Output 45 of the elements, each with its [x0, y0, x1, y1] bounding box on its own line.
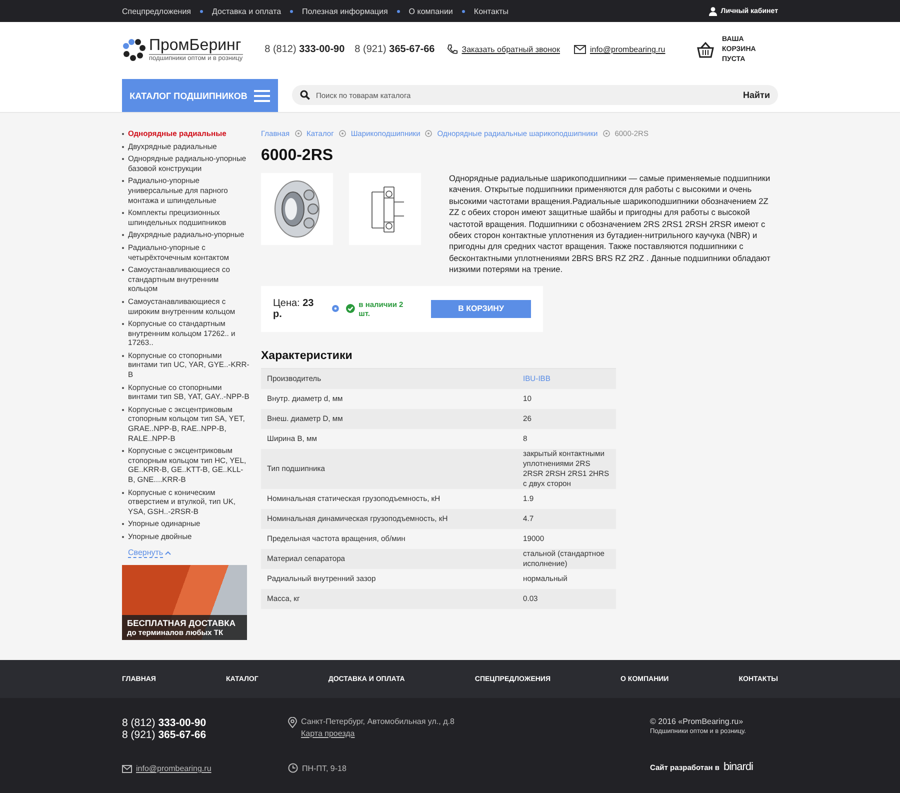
menu-icon: [254, 90, 270, 102]
separator-icon: [602, 130, 610, 137]
bullet-icon: [200, 10, 203, 12]
email-link[interactable]: info@prombearing.ru: [590, 45, 666, 54]
bullet-icon: [396, 10, 400, 12]
phone-number: 8 (812) 333-00-90: [122, 717, 208, 729]
bearing-photo-thumbnail[interactable]: [261, 173, 333, 245]
top-nav-link[interactable]: Доставка и оплата: [212, 6, 282, 16]
specs-heading: Характеристики: [261, 350, 354, 362]
phone-icon: [446, 44, 458, 55]
copyright-text: © 2016 «PromBearing.ru»: [650, 717, 744, 726]
location-pin-icon: [288, 717, 297, 728]
phone-number: 8 (921) 365-67-66: [354, 44, 435, 55]
product-description: Однорядные радиальные шарикоподшипники — самые применяемые подшипники качения. Открытые подшипники применяются для работы с высокими и очень высокими частотами вращения.Радиальные шарикоподшипники обозначением 2Z ZZ с обеих сторон имеют защитные шайбы и пригодны для работы с высокой частотой вращения. Подшипники с обозначением 2RS 2RS1 2RSH 2RSR имеют с обеих сторон контактные уплотнения из бутадиен-нитрильного каучука (NBR) и пригодны для средних частот вращения. Также поставляются подшипники с бесконтактными уплотнениями 2BRS BRS RZ 2RZ . Данные подшипники обладают низкими потерями на трение.: [449, 173, 772, 276]
map-link[interactable]: Карта проезда: [301, 729, 355, 738]
logo-name: ПромБеринг: [149, 38, 242, 54]
clock-icon: [288, 763, 298, 773]
price-label: Цена: 23 р.: [273, 298, 315, 320]
caret-up-icon: [165, 550, 172, 555]
separator-icon: [294, 130, 302, 137]
top-nav-link[interactable]: Спецпредложения: [122, 6, 191, 16]
bullet-icon: [462, 10, 465, 12]
phone-number: 8 (812) 333-00-90: [264, 44, 345, 55]
developer-logo[interactable]: binardi: [723, 761, 753, 773]
mail-icon: [122, 764, 132, 772]
phone-number: 8 (921) 365-67-66: [122, 729, 208, 741]
email-link[interactable]: info@prombearing.ru: [136, 764, 212, 773]
banner-title: БЕСПЛАТНАЯ ДОСТАВКА: [127, 618, 236, 628]
callback-link[interactable]: Заказать обратный звонок: [462, 45, 560, 54]
basket-icon[interactable]: [697, 42, 714, 58]
top-nav-link[interactable]: Контакты: [474, 6, 508, 16]
bullet-icon: [290, 10, 294, 12]
address-text: Санкт-Петербург, Автомобильная ул., д.8: [301, 717, 454, 726]
separator-icon: [338, 130, 346, 137]
bearing-diagram-thumbnail[interactable]: [349, 173, 421, 245]
mail-icon: [574, 45, 586, 54]
search-button[interactable]: Найти: [743, 90, 770, 100]
logo-dots-icon: [122, 38, 146, 60]
top-nav-link[interactable]: О компании: [408, 6, 453, 16]
separator-icon: [425, 130, 432, 137]
working-hours: ПН-ПТ, 9-18: [302, 764, 346, 772]
search-icon: [300, 90, 310, 100]
user-icon: [708, 6, 717, 16]
product-title: 6000-2RS: [261, 147, 334, 165]
top-nav-link[interactable]: Полезная информация: [302, 6, 388, 16]
